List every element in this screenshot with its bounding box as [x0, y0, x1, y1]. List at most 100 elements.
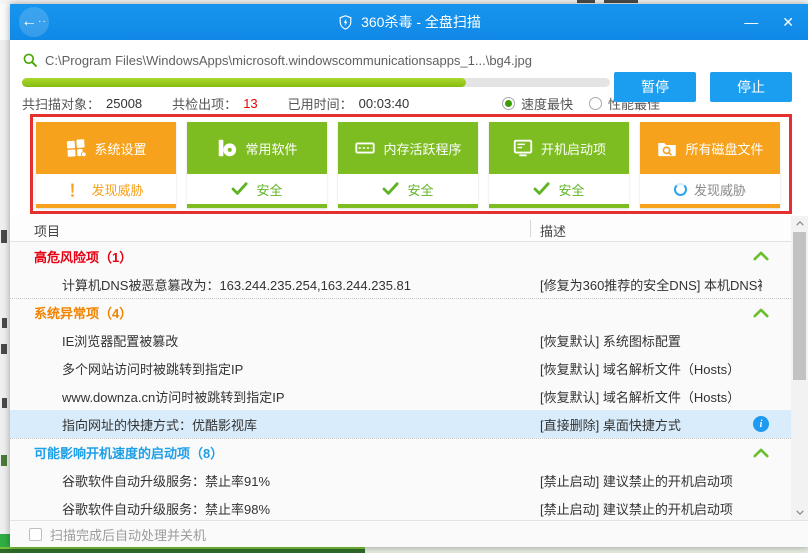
window-title: 360杀毒 - 全盘扫描 [361, 12, 481, 32]
scanned-objects-label: 共扫描对象： [22, 94, 100, 113]
scan-stats: 共扫描对象： 25008 共检出项： 13 已用时间： 00:03:40 [22, 94, 439, 113]
result-item-description: [恢复默认] 系统图标配置 [540, 331, 681, 350]
elapsed-time-value: 00:03:40 [359, 96, 410, 111]
result-item-description: [禁止启动] 建议禁止的开机启动项 [540, 471, 733, 490]
close-button[interactable]: ✕ [782, 14, 794, 31]
results-scrollbar[interactable] [791, 216, 808, 520]
card-bottom-strip [640, 204, 780, 208]
minimize-button[interactable]: — [744, 14, 758, 30]
disk-search-icon [656, 137, 678, 159]
result-row-google-update-91[interactable]: 谷歌软件自动升级服务：禁止率91% [禁止启动] 建议禁止的开机启动项 [10, 466, 791, 494]
background-text-fragment [2, 398, 7, 408]
card-startup-items[interactable]: 开机启动项 安全 [489, 122, 629, 208]
scan-action-buttons: 暂停 停止 [614, 72, 792, 102]
titlebar: ← ·· 360杀毒 - 全盘扫描 — ✕ [10, 4, 808, 40]
result-item-name: 谷歌软件自动升级服务：禁止率91% [62, 471, 270, 490]
group-label: 可能影响开机速度的启动项（8） [34, 443, 223, 462]
info-icon[interactable]: i [753, 416, 769, 432]
collapse-chevron-icon[interactable] [753, 251, 769, 261]
background-text-fragment [1, 230, 7, 243]
radio-unselected-icon[interactable] [589, 97, 602, 110]
background-green-corner [0, 534, 10, 547]
result-row-dns-tampered[interactable]: 计算机DNS被恶意篡改为：163.244.235.254,163.244.235… [10, 270, 791, 298]
card-all-disk-files-header: 所有磁盘文件 [640, 122, 780, 174]
group-row-high-risk[interactable]: 高危风险项（1） [10, 242, 791, 270]
result-item-name: www.downza.cn访问时被跳转到指定IP [62, 387, 285, 406]
card-common-software[interactable]: 常用软件 安全 [187, 122, 327, 208]
card-common-software-status: 安全 [187, 174, 327, 204]
background-text-fragment [1, 455, 7, 466]
group-row-system-abnormal[interactable]: 系统异常项（4） [10, 298, 791, 326]
collapse-chevron-icon[interactable] [753, 448, 769, 458]
card-bottom-strip [489, 204, 629, 208]
card-bottom-strip [36, 204, 176, 208]
windows-logo-icon [65, 137, 87, 159]
card-system-settings-status: ！ 发现威胁 [36, 174, 176, 204]
detected-items-label: 共检出项： [172, 94, 237, 113]
card-all-disk-files[interactable]: 所有磁盘文件 发现威胁 [640, 122, 780, 208]
result-item-description: [禁止启动] 建议禁止的开机启动项 [540, 499, 733, 518]
group-row-startup-impact[interactable]: 可能影响开机速度的启动项（8） [10, 438, 791, 466]
result-row-sites-redirect[interactable]: 多个网站访问时被跳转到指定IP [恢复默认] 域名解析文件（Hosts） [10, 354, 791, 382]
memory-icon [354, 137, 376, 159]
background-taskbar-left [0, 547, 365, 553]
group-label: 高危风险项（1） [34, 247, 132, 266]
startup-monitor-icon [512, 137, 534, 159]
card-status-text: 安全 [407, 180, 433, 199]
card-system-settings[interactable]: 系统设置 ！ 发现威胁 [36, 122, 176, 208]
exclamation-icon: ！ [68, 177, 84, 201]
scrollbar-up-arrow[interactable] [791, 216, 808, 231]
check-icon [533, 182, 551, 196]
result-item-name: 计算机DNS被恶意篡改为：163.244.235.254,163.244.235… [62, 275, 411, 294]
result-item-name: IE浏览器配置被篡改 [62, 331, 178, 350]
card-label: 开机启动项 [541, 139, 606, 158]
result-row-shortcut-youku[interactable]: 指向网址的快捷方式：优酷影视库 [直接删除] 桌面快捷方式 i [10, 410, 791, 438]
result-row-google-update-98-clipped[interactable]: 谷歌软件自动升级服务：禁止率98% [禁止启动] 建议禁止的开机启动项 [10, 494, 791, 520]
column-divider [530, 220, 531, 237]
results-table-header: 项目 描述 [10, 216, 808, 242]
title-group: 360杀毒 - 全盘扫描 [10, 4, 808, 40]
footer-bar: 扫描完成后自动处理并关机 [10, 520, 808, 547]
scan-category-cards: 系统设置 ！ 发现威胁 常用软件 [36, 122, 780, 208]
collapse-chevron-icon[interactable] [753, 308, 769, 318]
card-memory-programs-status: 安全 [338, 174, 478, 204]
current-scan-path-row: C:\Program Files\WindowsApps\microsoft.w… [22, 52, 622, 68]
card-label: 所有磁盘文件 [685, 139, 763, 158]
result-item-name: 谷歌软件自动升级服务：禁止率98% [62, 499, 270, 518]
result-row-downza-redirect[interactable]: www.downza.cn访问时被跳转到指定IP [恢复默认] 域名解析文件（H… [10, 382, 791, 410]
card-all-disk-files-status: 发现威胁 [640, 174, 780, 204]
background-text-fragment [2, 318, 7, 328]
background-window-sliver-left [0, 40, 10, 547]
result-item-description: [恢复默认] 域名解析文件（Hosts） [540, 387, 740, 406]
result-item-description: [恢复默认] 域名解析文件（Hosts） [540, 359, 740, 378]
results-table-body: 高危风险项（1） 计算机DNS被恶意篡改为：163.244.235.254,16… [10, 242, 791, 520]
scrollbar-thumb[interactable] [793, 232, 806, 380]
scan-progress-bar [22, 78, 610, 87]
mode-fastest-speed[interactable]: 速度最快 [502, 94, 573, 113]
result-item-name: 指向网址的快捷方式：优酷影视库 [62, 415, 257, 434]
shield-bolt-icon [337, 14, 354, 31]
group-label: 系统异常项（4） [34, 303, 132, 322]
window-controls: — ✕ [744, 4, 794, 40]
search-icon [22, 52, 38, 68]
radio-selected-icon[interactable] [502, 97, 515, 110]
scrollbar-down-arrow[interactable] [791, 505, 808, 520]
background-text-fragment [604, 0, 638, 3]
card-status-text: 安全 [256, 180, 282, 199]
pause-button[interactable]: 暂停 [614, 72, 696, 102]
result-item-name: 多个网站访问时被跳转到指定IP [62, 359, 243, 378]
card-memory-programs[interactable]: 内存活跃程序 安全 [338, 122, 478, 208]
card-system-settings-header: 系统设置 [36, 122, 176, 174]
card-startup-items-status: 安全 [489, 174, 629, 204]
stop-button[interactable]: 停止 [710, 72, 792, 102]
mode-fastest-speed-label: 速度最快 [521, 94, 573, 113]
card-status-text: 安全 [558, 180, 584, 199]
column-header-description: 描述 [540, 221, 566, 240]
auto-handle-shutdown-checkbox[interactable] [29, 528, 42, 541]
card-startup-items-header: 开机启动项 [489, 122, 629, 174]
card-memory-programs-header: 内存活跃程序 [338, 122, 478, 174]
screen: ← ·· 360杀毒 - 全盘扫描 — ✕ C:\Program Files\ [0, 0, 808, 553]
result-item-description: [修复为360推荐的安全DNS] 本机DNS被... [540, 275, 762, 294]
result-row-ie-config[interactable]: IE浏览器配置被篡改 [恢复默认] 系统图标配置 [10, 326, 791, 354]
card-bottom-strip [187, 204, 327, 208]
